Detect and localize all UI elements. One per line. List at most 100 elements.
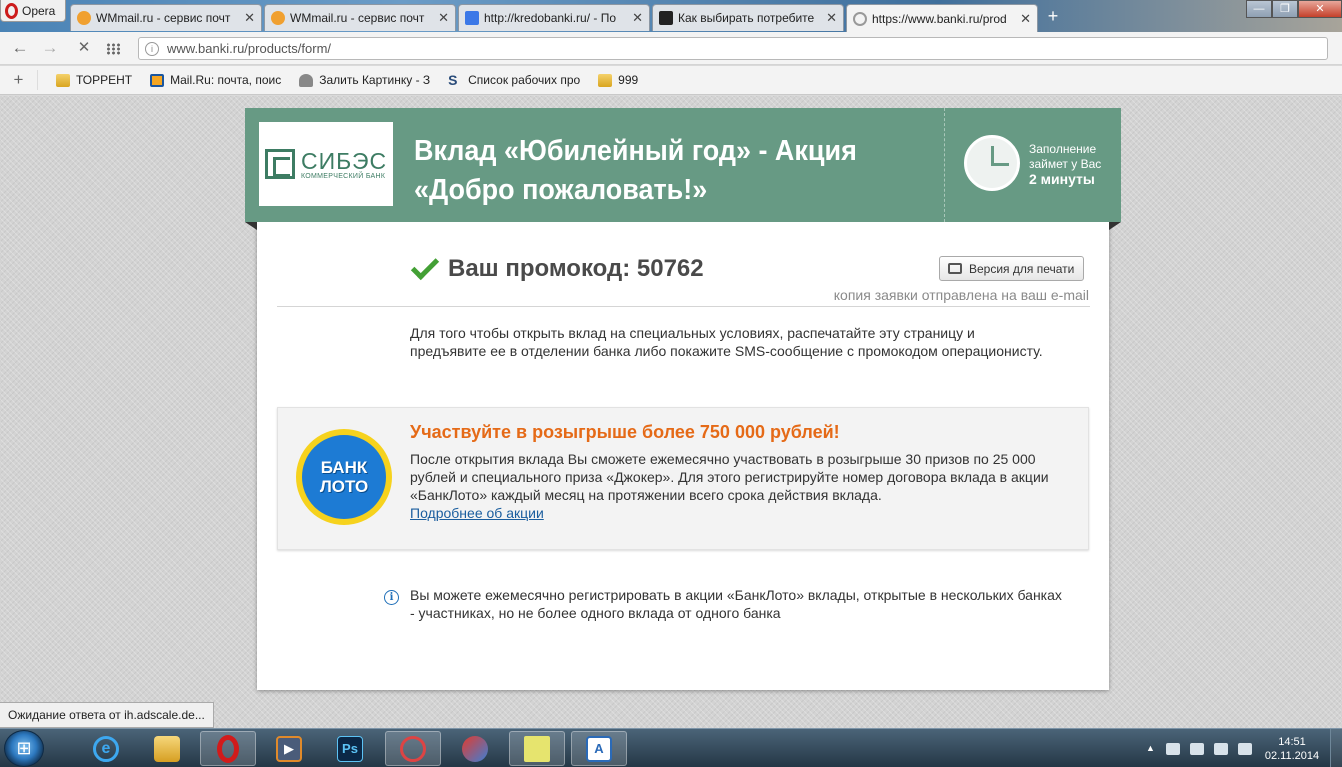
image-upload-icon [299,73,314,87]
sticky-notes-icon [524,735,550,762]
page-viewport: СИБЭС КОММЕРЧЕСКИЙ БАНК Вклад «Юбилейный… [0,96,1342,728]
opera-menu-button[interactable]: Opera [0,0,66,22]
bookmark-upload-image[interactable]: Залить Картинку - З [299,73,430,87]
page-title: Вклад «Юбилейный год» - Акция «Добро пож… [414,135,857,206]
volume-icon[interactable] [1238,742,1252,755]
fill-time-value: 2 минуты [1029,171,1095,187]
bookmark-label: Список рабочих про [468,73,581,87]
divider [277,306,1090,307]
close-tab-icon[interactable]: ✕ [632,10,643,26]
promo-code-text: Ваш промокод: 50762 [448,255,704,282]
promo-code-heading: Ваш промокод: 50762 [410,251,704,283]
bankloto-description: После открытия вклада Вы сможете ежемеся… [410,450,1060,522]
close-tab-icon[interactable]: ✕ [438,10,449,26]
folder-icon [598,73,613,87]
email-copy-note: копия заявки отправлена на ваш e-mail [833,287,1089,303]
close-window-button[interactable]: ✕ [1298,0,1342,18]
tab-title: WMmail.ru - сервис почт [96,11,231,25]
taskbar-explorer[interactable] [139,731,195,766]
bankloto-details-link[interactable]: Подробнее об акции [410,505,544,521]
stop-loading-icon[interactable]: ✕ [74,38,94,58]
add-bookmark-icon[interactable]: + [0,70,38,90]
tab-banki-active[interactable]: https://www.banki.ru/prod ✕ [846,4,1038,32]
start-button[interactable] [4,730,44,767]
bankloto-logo-line1: БАНК [320,458,368,477]
tab-wmmail-1[interactable]: WMmail.ru - сервис почт ✕ [70,4,262,31]
site-info-icon[interactable]: i [145,41,159,56]
tab-title: http://kredobanki.ru/ - По [484,11,617,25]
wmmail-favicon [77,11,91,25]
close-tab-icon[interactable]: ✕ [244,10,255,26]
ccleaner-icon [462,735,488,762]
close-tab-icon[interactable]: ✕ [1020,11,1031,27]
bookmark-999[interactable]: 999 [598,73,638,87]
bookmarks-bar: + ТОРРЕНТ Mail.Ru: почта, поис Залить Ка… [0,66,1342,95]
folder-icon [56,73,70,87]
system-tray: ▲ 14:51 02.11.2014 [1146,729,1342,767]
opera-icon [217,734,239,763]
fill-time-line2: займет у Вас [1029,157,1102,171]
devices-icon[interactable] [1190,742,1204,755]
bank-logo: СИБЭС КОММЕРЧЕСКИЙ БАНК [259,122,393,206]
banner-divider [944,108,945,222]
bookmark-list[interactable]: S Список рабочих про [448,71,581,88]
taskbar-clock[interactable]: 14:51 02.11.2014 [1262,735,1322,763]
bankloto-promo-box: БАНК ЛОТО Участвуйте в розыгрыше более 7… [277,407,1089,550]
taskbar-snipping[interactable] [385,731,441,766]
window-controls: — ❐ ✕ [1246,0,1342,18]
action-center-icon[interactable] [1166,742,1180,755]
print-button-label: Версия для печати [969,261,1075,276]
taskbar-ccleaner[interactable] [447,731,503,766]
show-desktop-button[interactable] [1330,729,1342,767]
navigation-bar: ← → ✕ i www.banki.ru/products/form/ [0,32,1342,65]
bookmark-label: 999 [618,73,639,87]
clock-date: 02.11.2014 [1264,749,1320,762]
taskbar-media[interactable]: ▶ [261,731,317,766]
deposit-banner: СИБЭС КОММЕРЧЕСКИЙ БАНК Вклад «Юбилейный… [245,108,1121,230]
bookmark-mailru[interactable]: Mail.Ru: почта, поис [150,73,281,87]
checkmark-icon [410,251,440,281]
opera-icon [5,2,18,19]
info-note: Вы можете ежемесячно регистрировать в ак… [410,587,1062,621]
media-player-icon: ▶ [276,735,302,762]
clock-time: 14:51 [1278,735,1306,748]
status-bar: Ожидание ответа от ih.adscale.de... [0,702,214,728]
internet-explorer-icon: e [93,735,119,762]
wmmail-favicon [271,11,285,25]
bank-logo-name: СИБЭС [301,147,388,174]
network-signal-icon[interactable] [1214,742,1228,755]
taskbar-photoshop[interactable]: Ps [322,731,378,766]
wordpad-icon: A [586,735,612,762]
forward-arrow-icon[interactable]: → [40,38,60,58]
printer-icon [948,263,962,274]
taskbar-sticky-notes[interactable] [509,731,565,766]
tab-wmmail-2[interactable]: WMmail.ru - сервис почт ✕ [264,4,456,31]
tab-title: https://www.banki.ru/prod [872,11,1007,26]
bankloto-logo-line2: ЛОТО [319,477,369,496]
photoshop-icon: Ps [337,735,363,762]
print-version-button[interactable]: Версия для печати [939,256,1084,281]
show-hidden-icons[interactable]: ▲ [1146,743,1156,755]
taskbar-ie[interactable]: e [78,731,134,766]
taskbar-wordpad[interactable]: A [571,731,627,766]
folder-icon [154,735,180,762]
bookmark-label: ТОРРЕНТ [76,73,133,87]
taskbar-opera[interactable] [200,731,256,766]
opera-menu-label: Opera [22,3,56,18]
google-favicon [465,11,479,25]
close-tab-icon[interactable]: ✕ [826,10,837,26]
bank-logo-mark-icon [265,149,295,179]
fill-time-line1: Заполнение [1029,142,1097,156]
maximize-button[interactable]: ❐ [1272,0,1298,18]
star-s-icon: S [448,71,458,88]
bookmark-torrent[interactable]: ТОРРЕНТ [56,73,132,87]
new-tab-button[interactable]: + [1043,6,1063,26]
address-bar[interactable]: i www.banki.ru/products/form/ [138,37,1328,60]
fill-time-note: Заполнение займет у Вас 2 минуты [1029,142,1101,187]
back-arrow-icon[interactable]: ← [10,38,30,58]
tab-consumer[interactable]: Как выбирать потребите ✕ [652,4,844,31]
speed-dial-icon[interactable] [106,43,120,55]
tab-kredobanki[interactable]: http://kredobanki.ru/ - По ✕ [458,4,650,31]
minimize-button[interactable]: — [1246,0,1272,18]
tab-title: WMmail.ru - сервис почт [290,11,425,25]
